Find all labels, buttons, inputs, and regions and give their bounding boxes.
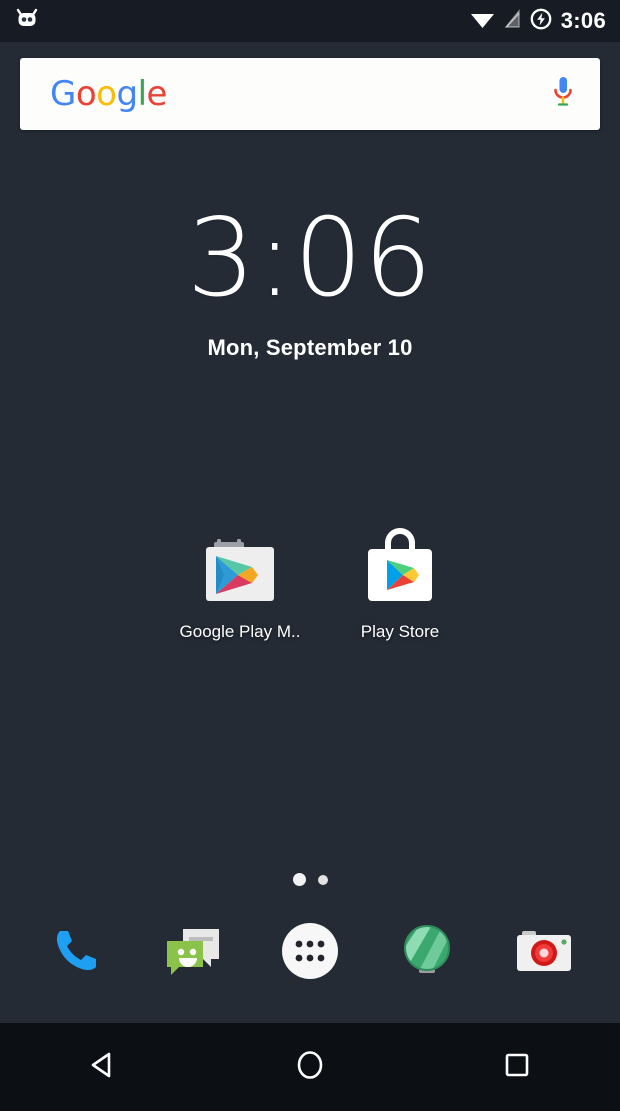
app-shortcut-play-store[interactable]: Play Store bbox=[320, 528, 480, 642]
phone-icon bbox=[40, 915, 112, 992]
page-indicator bbox=[0, 873, 620, 886]
browser-globe-icon bbox=[391, 915, 463, 992]
home-circle-icon bbox=[292, 1047, 328, 1088]
google-logo-letter-g1: G bbox=[50, 74, 76, 114]
nav-recents-button[interactable] bbox=[467, 1035, 567, 1099]
back-triangle-icon bbox=[85, 1047, 121, 1088]
clock-widget-date: Mon, September 10 bbox=[207, 335, 413, 360]
clock-widget[interactable]: 3:06 Mon, September 10 bbox=[0, 205, 620, 361]
nav-back-button[interactable] bbox=[53, 1035, 153, 1099]
recents-square-icon bbox=[499, 1047, 535, 1088]
dock bbox=[0, 898, 620, 1008]
status-bar-right: 3:06 bbox=[470, 8, 606, 35]
app-drawer-icon bbox=[274, 915, 346, 992]
wifi-icon bbox=[470, 9, 495, 34]
nav-home-button[interactable] bbox=[260, 1035, 360, 1099]
microphone-icon[interactable] bbox=[550, 72, 576, 117]
google-logo-letter-e: e bbox=[146, 74, 168, 114]
status-bar-clock: 3:06 bbox=[560, 8, 606, 33]
dock-item-app-drawer[interactable] bbox=[267, 910, 353, 996]
messaging-icon bbox=[157, 915, 229, 992]
app-label: Google Play M.. bbox=[179, 622, 301, 641]
dock-item-browser[interactable] bbox=[384, 910, 470, 996]
status-bar: 3:06 bbox=[0, 0, 620, 42]
google-logo: Google bbox=[50, 77, 167, 111]
cyanogenmod-head-icon bbox=[14, 6, 40, 37]
app-label: Play Store bbox=[360, 622, 440, 641]
google-logo-letter-o1: o bbox=[75, 74, 97, 114]
google-play-music-icon bbox=[198, 528, 282, 612]
camera-icon bbox=[508, 915, 580, 992]
dock-item-phone[interactable] bbox=[33, 910, 119, 996]
battery-charging-icon bbox=[530, 8, 552, 35]
google-logo-letter-o2: o bbox=[96, 74, 117, 114]
dock-item-camera[interactable] bbox=[501, 910, 587, 996]
app-shortcut-google-play-music[interactable]: Google Play M.. bbox=[160, 528, 320, 642]
status-bar-left bbox=[14, 6, 40, 37]
dock-item-messaging[interactable] bbox=[150, 910, 236, 996]
clock-widget-time: 3:06 bbox=[186, 196, 434, 321]
navigation-bar bbox=[0, 1023, 620, 1111]
google-logo-letter-g2: g bbox=[116, 74, 138, 114]
page-indicator-dot-active[interactable] bbox=[292, 873, 306, 886]
android-home-screen: 3:06 Google 3:06 Mon, September 10 Googl… bbox=[0, 0, 620, 1111]
signal-icon bbox=[504, 8, 521, 34]
google-search-bar[interactable]: Google bbox=[20, 58, 600, 130]
home-screen-app-grid: Google Play M.. Play Store bbox=[160, 528, 480, 642]
play-store-icon bbox=[358, 528, 442, 612]
google-logo-letter-l: l bbox=[137, 74, 147, 114]
page-indicator-dot[interactable] bbox=[317, 874, 328, 885]
